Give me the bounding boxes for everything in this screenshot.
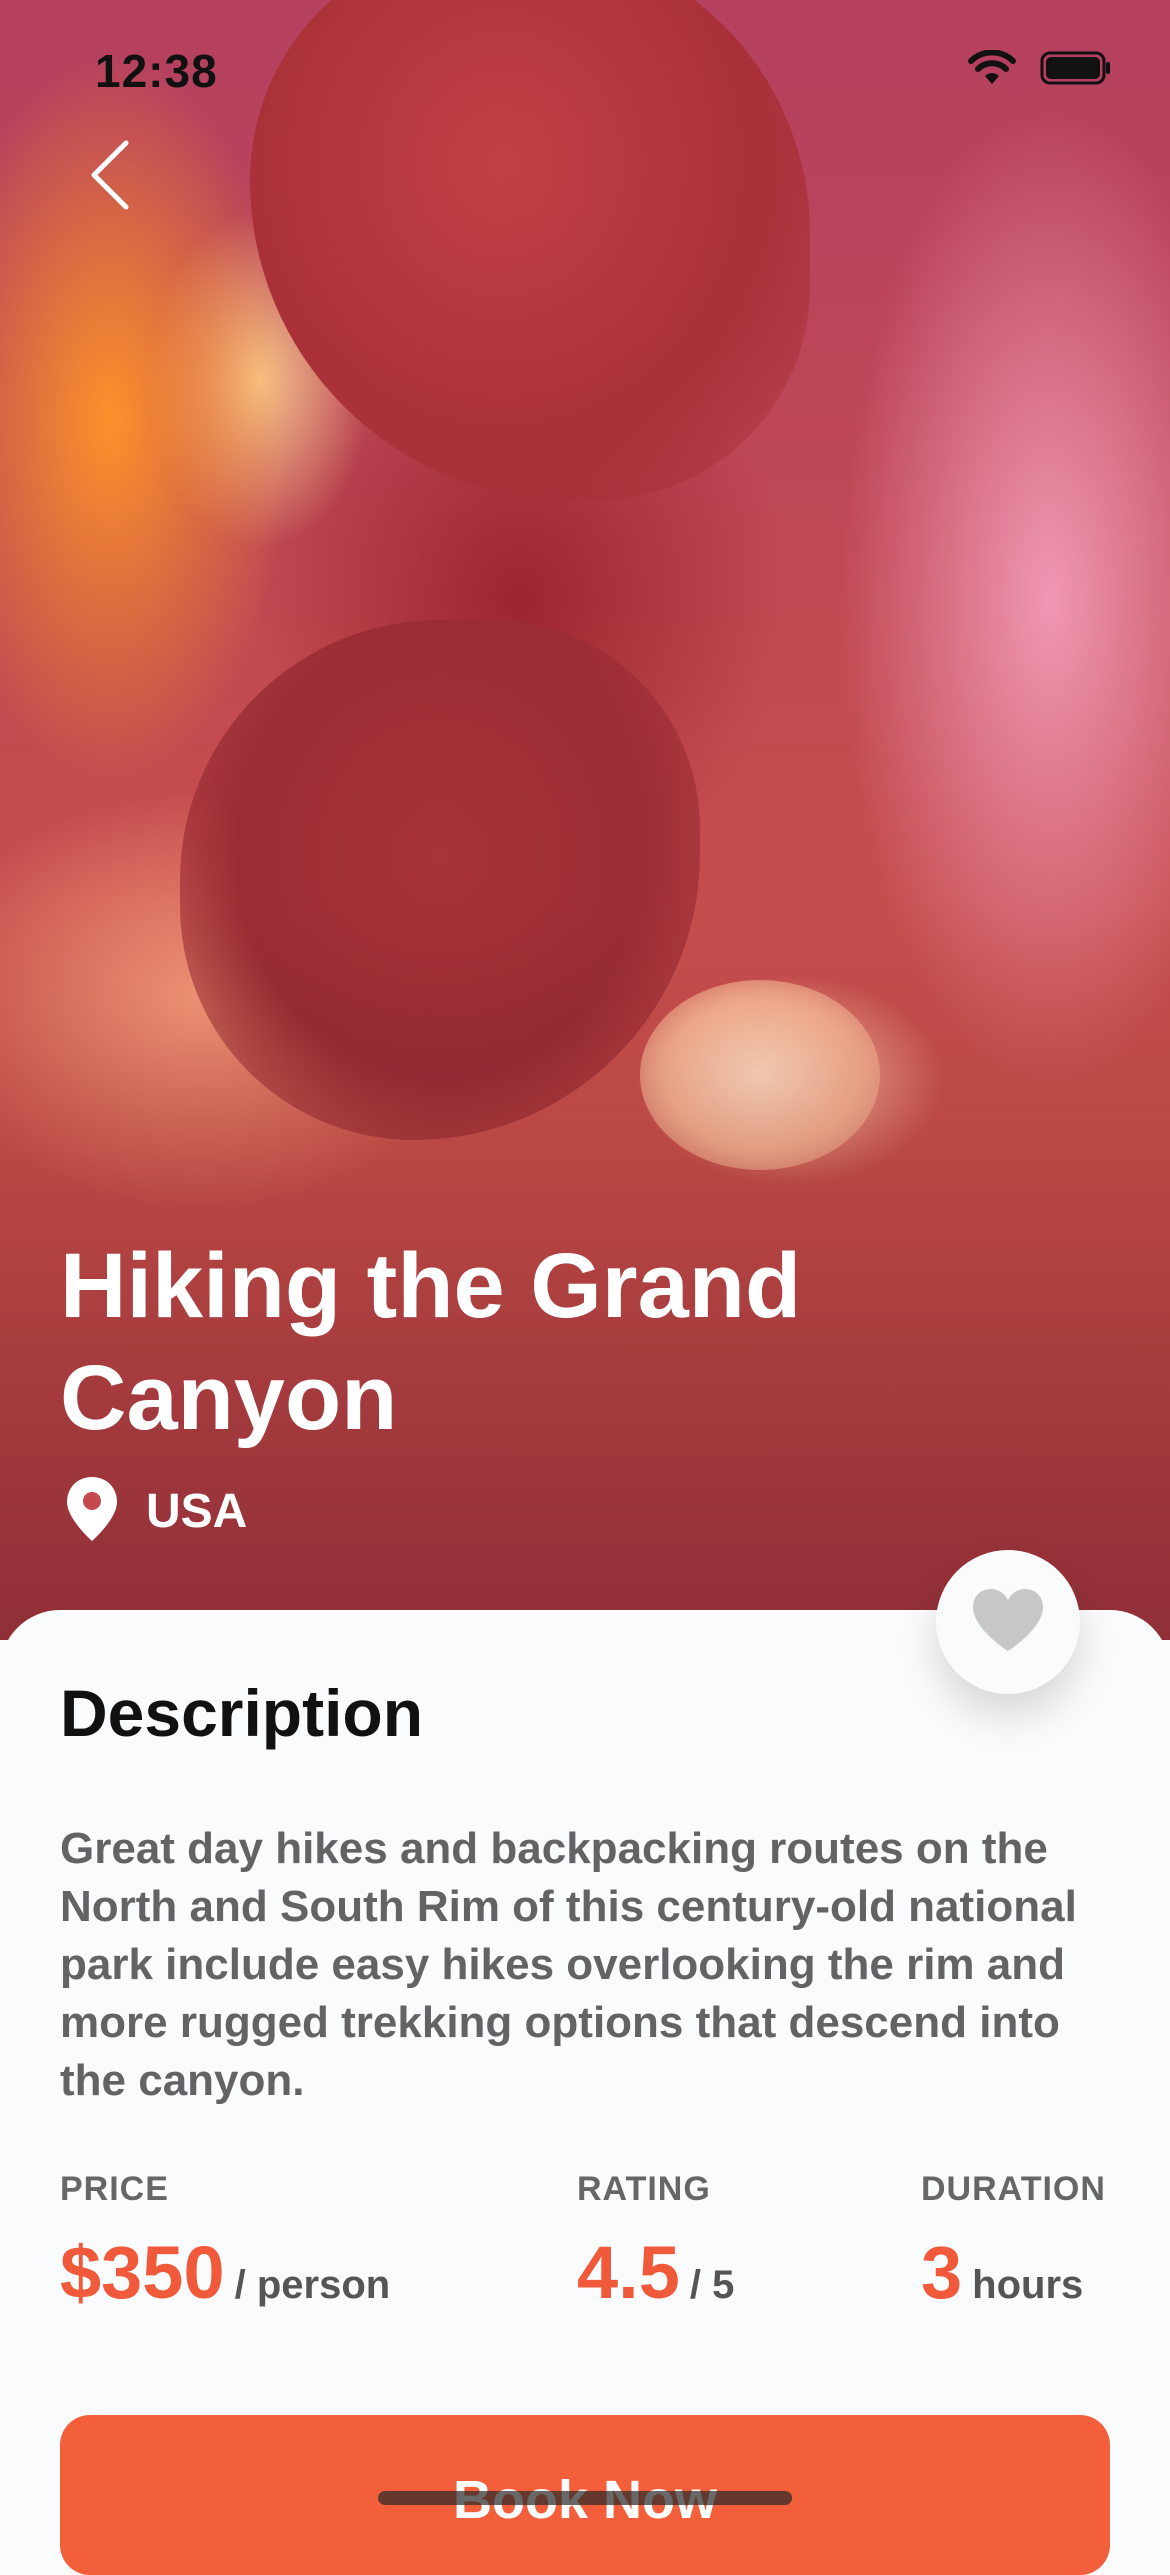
price-label: PRICE — [60, 2170, 169, 2208]
home-indicator[interactable] — [378, 2491, 792, 2505]
description-heading: Description — [60, 1676, 424, 1750]
description-text: Great day hikes and backpacking routes o… — [60, 1824, 1077, 2105]
chevron-left-icon — [80, 140, 150, 219]
price-unit: / person — [234, 2263, 391, 2307]
location-label: USA — [146, 1485, 248, 1538]
trip-title: Hiking the Grand Canyon — [60, 1235, 802, 1449]
back-button[interactable] — [80, 135, 150, 215]
duration-value: 3 hours — [921, 2230, 1083, 2315]
favorite-button[interactable] — [936, 1550, 1080, 1694]
price-value: $350 / person — [60, 2230, 390, 2315]
price-amount: $350 — [60, 2231, 225, 2314]
trip-location: USA — [64, 1475, 247, 1548]
duration-unit: hours — [972, 2263, 1084, 2307]
heart-icon — [970, 1587, 1046, 1658]
duration-amount: 3 — [921, 2231, 963, 2314]
rating-unit: / 5 — [689, 2263, 735, 2307]
status-bar: 12:38 — [0, 0, 1170, 150]
rating-label: RATING — [577, 2170, 711, 2208]
rating-value: 4.5 / 5 — [577, 2230, 734, 2315]
wifi-icon — [968, 49, 1016, 91]
status-icons — [968, 49, 1112, 91]
duration-label: DURATION — [921, 2170, 1106, 2208]
location-pin-icon — [64, 1475, 120, 1548]
rating-amount: 4.5 — [577, 2231, 680, 2314]
book-now-label: Book Now — [453, 2469, 717, 2575]
status-time: 12:38 — [95, 45, 218, 97]
battery-icon — [1040, 50, 1112, 91]
